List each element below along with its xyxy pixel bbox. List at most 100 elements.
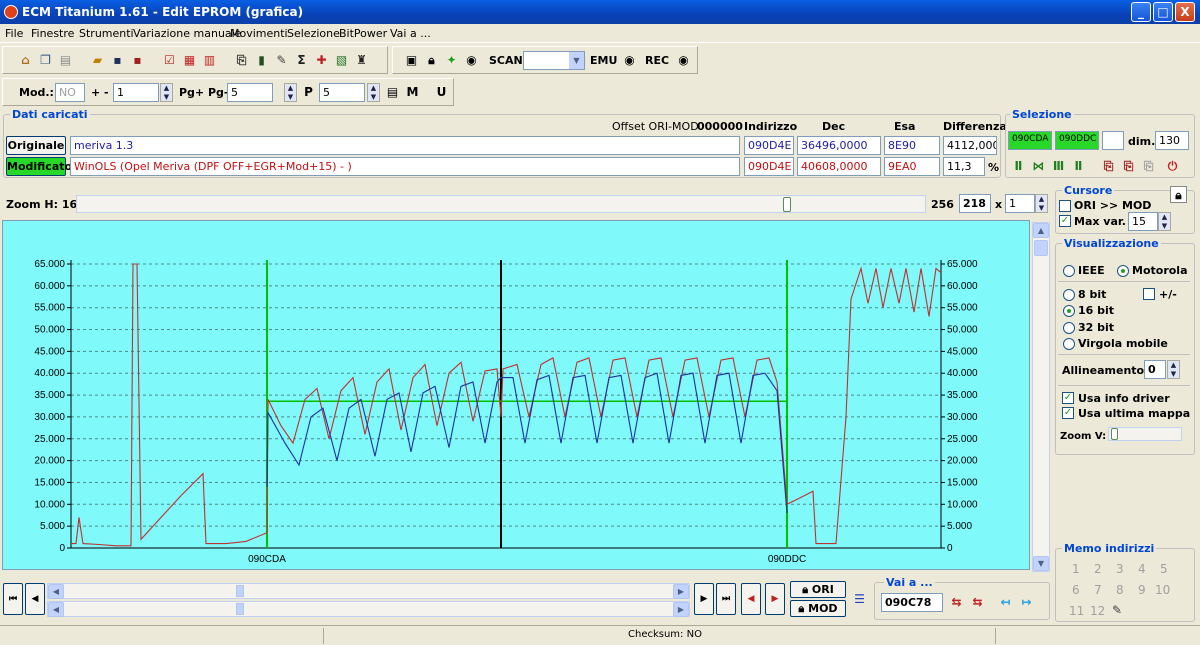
memo-item[interactable]: 8: [1116, 583, 1124, 597]
prev-diff-icon[interactable]: ◀: [741, 583, 761, 615]
save-as-icon[interactable]: ▪: [129, 52, 146, 69]
select-mid-icon[interactable]: ⋈: [1030, 158, 1047, 175]
calendar-icon[interactable]: ▦: [181, 52, 198, 69]
modificato-button[interactable]: Modificato: [6, 157, 72, 176]
usa-info-checkbox[interactable]: ✓: [1062, 392, 1074, 404]
home-icon[interactable]: ⌂: [17, 52, 34, 69]
windows-icon[interactable]: ❐: [37, 52, 54, 69]
maximize-button[interactable]: □: [1153, 2, 1173, 22]
pg-field[interactable]: 5: [227, 83, 273, 102]
originale-button[interactable]: Originale: [6, 136, 66, 155]
scroll-left-icon[interactable]: ◀: [48, 584, 64, 599]
power-icon[interactable]: ⏻: [1164, 158, 1181, 175]
memo-item[interactable]: 7: [1094, 583, 1102, 597]
memo-item[interactable]: 12: [1090, 604, 1105, 618]
paste-disabled-icon[interactable]: ⎘: [1140, 158, 1157, 175]
u-icon[interactable]: U: [433, 84, 450, 101]
signed-checkbox[interactable]: [1143, 288, 1155, 300]
bit16-radio[interactable]: [1063, 305, 1075, 317]
ori-mod-checkbox[interactable]: [1059, 200, 1071, 212]
chip-icon[interactable]: ▮: [253, 52, 270, 69]
memo-item[interactable]: 6: [1072, 583, 1080, 597]
menu-bitpower[interactable]: BitPower: [339, 27, 387, 40]
tools-icon[interactable]: ✚: [313, 52, 330, 69]
ori-scroll-thumb[interactable]: [236, 585, 244, 597]
plusminus-stepper[interactable]: ▲ ▼: [160, 83, 173, 102]
allineamento-field[interactable]: 0: [1144, 360, 1166, 379]
allineamento-stepper[interactable]: ▲ ▼: [1167, 360, 1180, 379]
plusminus-field[interactable]: 1: [113, 83, 159, 102]
select-end-icon[interactable]: Ⅲ: [1050, 158, 1067, 175]
checklist-icon[interactable]: ☑: [161, 52, 178, 69]
vertical-scroll-thumb[interactable]: [1034, 240, 1048, 256]
chart-area[interactable]: 65.000 65.000 60.000 60.000 55.000 55.000 50.0…: [2, 220, 1030, 570]
scan-record-icon[interactable]: ◉: [463, 52, 480, 69]
goto-ori-icon[interactable]: ⇆: [948, 594, 965, 611]
motorola-radio[interactable]: [1117, 265, 1129, 277]
zoom-v-slider[interactable]: [1108, 427, 1182, 441]
p-icon[interactable]: P: [300, 84, 317, 101]
usa-ultima-checkbox[interactable]: ✓: [1062, 407, 1074, 419]
ori-scrollbar[interactable]: ◀ ▶: [47, 583, 690, 599]
menu-finestre[interactable]: Finestre: [31, 27, 74, 40]
menu-variazione-manuale[interactable]: Variazione manuale: [133, 27, 242, 40]
selezione-start[interactable]: 090CDA: [1008, 131, 1052, 150]
bit32-radio[interactable]: [1063, 322, 1075, 334]
next-diff-icon[interactable]: ▶: [765, 583, 785, 615]
chevron-down-icon[interactable]: ▼: [569, 52, 584, 69]
memo-save-icon[interactable]: ✎: [1112, 603, 1122, 617]
save-icon[interactable]: ▪: [109, 52, 126, 69]
lock-icon[interactable]: 🔒︎: [423, 52, 440, 69]
memo-item[interactable]: 3: [1116, 562, 1124, 576]
edit-icon[interactable]: ✎: [273, 52, 290, 69]
bit8-radio[interactable]: [1063, 289, 1075, 301]
zoom-mult[interactable]: 1: [1005, 194, 1035, 213]
first-page-icon[interactable]: ⏮: [3, 583, 23, 615]
runner-icon[interactable]: ✦: [443, 52, 460, 69]
vai-a-field[interactable]: 090C78: [881, 593, 943, 612]
goto-mod-icon[interactable]: ⇆: [969, 594, 986, 611]
rec-record-icon[interactable]: ◉: [675, 52, 692, 69]
memo-item[interactable]: 1: [1072, 562, 1080, 576]
memo-left-icon[interactable]: ↤: [997, 594, 1014, 611]
zoom-h-slider[interactable]: [76, 195, 926, 213]
zoom-h-thumb[interactable]: [783, 197, 791, 212]
prev-page-icon[interactable]: ◀: [25, 583, 45, 615]
binoculars-icon[interactable]: ♜: [353, 52, 370, 69]
last-page-icon[interactable]: ⏭: [716, 583, 736, 615]
scroll-right-icon[interactable]: ▶: [673, 584, 689, 599]
next-page-icon[interactable]: ▶: [694, 583, 714, 615]
mod-scrollbar[interactable]: ◀ ▶: [47, 601, 690, 617]
m-icon[interactable]: M: [404, 84, 421, 101]
paste-selection-icon[interactable]: ⎘: [1120, 158, 1137, 175]
terminal-icon[interactable]: ▣: [403, 52, 420, 69]
vertical-scrollbar[interactable]: ▲ ▼: [1032, 222, 1050, 572]
p-field[interactable]: 5: [319, 83, 365, 102]
dim-field[interactable]: 130: [1155, 131, 1189, 150]
sum-icon[interactable]: Σ: [293, 52, 310, 69]
virgola-radio[interactable]: [1063, 338, 1075, 350]
grid-icon[interactable]: ▤: [384, 84, 401, 101]
memo-item[interactable]: 11: [1069, 604, 1084, 618]
scroll-left-icon[interactable]: ◀: [48, 602, 64, 617]
close-button[interactable]: X: [1175, 2, 1195, 22]
pg-stepper[interactable]: ▲ ▼: [284, 83, 297, 102]
scroll-right-icon[interactable]: ▶: [673, 602, 689, 617]
cursor-lock-icon[interactable]: 🔒︎: [1170, 186, 1187, 203]
copy-selection-icon[interactable]: ⎘: [1100, 158, 1117, 175]
map-icon[interactable]: ▧: [333, 52, 350, 69]
selezione-end[interactable]: 090DDC: [1055, 131, 1099, 150]
memo-item[interactable]: 10: [1155, 583, 1170, 597]
mod-button[interactable]: 🔒︎ MOD: [790, 600, 846, 617]
selezione-extra[interactable]: [1102, 131, 1124, 150]
memo-item[interactable]: 5: [1160, 562, 1168, 576]
select-start-icon[interactable]: Ⅱ: [1010, 158, 1027, 175]
select-all-icon[interactable]: Ⅱ: [1070, 158, 1087, 175]
zoom-v-thumb[interactable]: [1111, 428, 1118, 440]
zoom-mult-stepper[interactable]: ▲ ▼: [1035, 194, 1048, 213]
menu-strumenti[interactable]: Strumenti: [79, 27, 134, 40]
max-var-stepper[interactable]: ▲ ▼: [1158, 212, 1171, 231]
compare-icon[interactable]: ⎘: [233, 52, 250, 69]
minimize-button[interactable]: _: [1131, 2, 1151, 22]
memo-item[interactable]: 2: [1094, 562, 1102, 576]
